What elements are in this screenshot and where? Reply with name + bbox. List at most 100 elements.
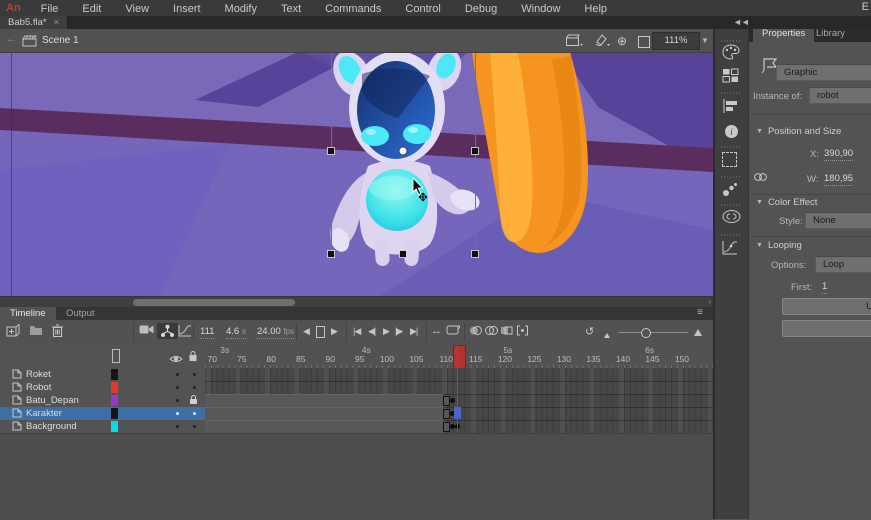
x-value[interactable]: 390,90 xyxy=(824,148,853,161)
show-parenting-view-button[interactable] xyxy=(157,323,178,339)
motion-graph-button[interactable] xyxy=(178,324,192,337)
stage-canvas[interactable] xyxy=(0,52,713,296)
keyframe-marker[interactable] xyxy=(450,398,455,403)
layer-color-swatch[interactable] xyxy=(111,369,118,380)
layer-lock-dot[interactable] xyxy=(193,386,196,389)
symbol-type-select[interactable]: Graphic xyxy=(776,64,871,81)
go-to-first-frame-button[interactable]: |◀ xyxy=(353,326,360,337)
zoom-out-timeline-icon[interactable] xyxy=(604,330,610,341)
section-looping[interactable]: ▼Looping xyxy=(756,240,802,251)
menu-item-control[interactable]: Control xyxy=(393,3,452,15)
elapsed-time-field[interactable]: 4.6 s xyxy=(226,326,246,339)
menu-item-help[interactable]: Help xyxy=(572,3,619,15)
menu-item-modify[interactable]: Modify xyxy=(213,3,269,15)
lip-syncing-button[interactable]: Lip S xyxy=(782,320,871,337)
modify-markers-button[interactable] xyxy=(516,324,529,337)
w-value[interactable]: 180,95 xyxy=(824,173,853,186)
layer-visibility-dot[interactable] xyxy=(176,386,179,389)
zoom-level-select[interactable]: 111% xyxy=(652,32,700,50)
layer-row-robot[interactable]: Robot xyxy=(0,381,205,395)
onion-skin-button[interactable] xyxy=(469,324,482,337)
layer-color-swatch[interactable] xyxy=(111,382,118,393)
transform-point[interactable] xyxy=(399,147,407,155)
cc-libraries-panel-icon[interactable] xyxy=(722,210,741,228)
step-forward-one-frame-button[interactable]: ▶ xyxy=(331,326,337,337)
delete-layer-button[interactable] xyxy=(52,324,63,337)
eye-column-icon[interactable] xyxy=(169,351,183,369)
collapse-panels-icon[interactable]: ◄◄ xyxy=(733,17,749,27)
frame-span[interactable] xyxy=(205,420,443,433)
center-stage-icon[interactable]: ⊕ xyxy=(617,34,627,48)
workspace-switcher[interactable]: E xyxy=(862,1,869,13)
keyframe-end-marker[interactable] xyxy=(443,409,450,419)
layer-row-background[interactable]: Background xyxy=(0,420,205,434)
document-tab[interactable]: Bab5.fla* × xyxy=(0,16,68,29)
layer-outline-column-icon[interactable] xyxy=(112,349,120,363)
layer-visibility-dot[interactable] xyxy=(176,425,179,428)
edit-symbols-icon[interactable] xyxy=(594,33,610,52)
info-panel-icon[interactable]: i xyxy=(724,124,739,144)
style-select[interactable]: None xyxy=(805,212,871,229)
frames-grid[interactable] xyxy=(205,368,713,433)
scrollbar-thumb[interactable] xyxy=(133,299,295,306)
layer-row-batu_depan[interactable]: Batu_Depan xyxy=(0,394,205,408)
frames-ruler[interactable]: 3s4s5s6s70758085909510010511011512012513… xyxy=(205,345,713,369)
menu-item-window[interactable]: Window xyxy=(509,3,572,15)
layer-row-karakter[interactable]: Karakter xyxy=(0,407,205,421)
menu-item-view[interactable]: View xyxy=(113,3,161,15)
frame-span[interactable] xyxy=(205,407,443,420)
timeline-zoom-knob[interactable] xyxy=(641,328,651,338)
layer-visibility-dot[interactable] xyxy=(176,373,179,376)
frame-row-karakter[interactable] xyxy=(205,407,713,421)
keyframe-end-marker[interactable] xyxy=(443,396,450,406)
edit-scene-icon[interactable] xyxy=(566,34,583,52)
go-to-last-frame-button[interactable]: ▶| xyxy=(410,326,417,337)
menu-item-debug[interactable]: Debug xyxy=(453,3,509,15)
layer-visibility-dot[interactable] xyxy=(176,399,179,402)
use-frame-picker-button[interactable]: Use Fra xyxy=(782,298,871,315)
layer-lock-icon[interactable] xyxy=(190,399,197,404)
panel-menu-icon[interactable]: ≡ xyxy=(697,307,703,318)
new-folder-button[interactable] xyxy=(29,324,43,336)
onion-skin-outlines-button[interactable] xyxy=(485,324,498,337)
step-back-one-frame-button[interactable]: ◀ xyxy=(303,326,309,337)
close-icon[interactable]: × xyxy=(54,17,60,28)
brush-library-panel-icon[interactable] xyxy=(722,182,739,202)
reset-timeline-zoom-button[interactable]: ↺ xyxy=(585,325,594,338)
frame-row-batu_depan[interactable] xyxy=(205,394,713,408)
keyframe-marker[interactable] xyxy=(450,424,455,429)
layer-lock-dot[interactable] xyxy=(193,412,196,415)
motion-editor-panel-icon[interactable] xyxy=(722,240,738,260)
tab-output[interactable]: Output xyxy=(56,307,105,320)
current-frame-field[interactable]: 111 xyxy=(200,326,214,339)
edit-multiple-frames-button[interactable] xyxy=(500,324,513,337)
layer-lock-dot[interactable] xyxy=(193,373,196,376)
swatches-panel-icon[interactable] xyxy=(722,68,739,88)
link-width-height-icon[interactable] xyxy=(753,170,768,188)
frame-row-robot[interactable] xyxy=(205,381,713,395)
color-panel-icon[interactable] xyxy=(722,44,740,65)
tab-timeline[interactable]: Timeline xyxy=(0,307,56,320)
transform-panel-icon[interactable] xyxy=(722,152,737,172)
layer-lock-dot[interactable] xyxy=(193,425,196,428)
instance-name-field[interactable]: robot xyxy=(809,87,871,104)
zoom-in-timeline-icon[interactable] xyxy=(694,328,702,339)
menu-item-edit[interactable]: Edit xyxy=(70,3,113,15)
layer-color-swatch[interactable] xyxy=(111,395,118,406)
layer-row-roket[interactable]: Roket xyxy=(0,368,205,382)
layer-color-swatch[interactable] xyxy=(111,408,118,419)
new-layer-button[interactable] xyxy=(6,324,20,337)
layer-color-swatch[interactable] xyxy=(111,421,118,432)
step-forward-button[interactable]: |▶ xyxy=(395,326,402,337)
clip-content-icon[interactable] xyxy=(638,35,650,53)
scroll-right-arrow-icon[interactable]: › xyxy=(708,297,711,306)
loop-playback-button[interactable] xyxy=(446,324,460,336)
first-frame-value[interactable]: 1 xyxy=(822,281,827,294)
keyframe-end-marker[interactable] xyxy=(443,422,450,432)
back-arrow-icon[interactable]: ← xyxy=(6,33,17,45)
layer-visibility-dot[interactable] xyxy=(176,412,179,415)
menu-item-file[interactable]: File xyxy=(29,3,71,15)
chevron-down-icon[interactable]: ▼ xyxy=(701,36,709,45)
step-back-button[interactable]: ◀| xyxy=(368,326,375,337)
menu-item-text[interactable]: Text xyxy=(269,3,313,15)
